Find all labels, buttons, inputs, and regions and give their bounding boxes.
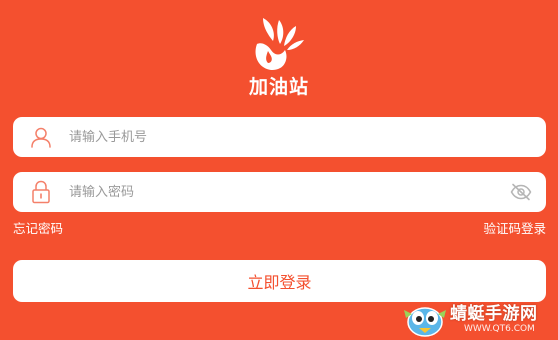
eye-off-icon[interactable] xyxy=(496,172,546,212)
dragonfly-mascot-icon xyxy=(404,307,446,337)
lock-icon xyxy=(13,172,69,212)
password-field[interactable] xyxy=(13,172,546,212)
watermark-url: WWW.QT6.COM xyxy=(464,324,535,334)
logo-text: 加油站 xyxy=(248,76,309,98)
phone-input[interactable] xyxy=(69,117,546,157)
sms-login-link[interactable]: 验证码登录 xyxy=(483,221,546,237)
user-icon xyxy=(13,117,69,157)
login-button[interactable]: 立即登录 xyxy=(13,260,546,302)
phone-field[interactable] xyxy=(13,117,546,157)
forgot-password-link[interactable]: 忘记密码 xyxy=(13,221,63,237)
watermark-name: 蜻蜓手游网 xyxy=(450,304,538,324)
fuel-drop-logo-icon xyxy=(255,18,304,71)
password-input[interactable] xyxy=(69,172,496,212)
watermark: 蜻蜓手游网 WWW.QT6.COM xyxy=(400,300,558,340)
app-logo: 加油站 xyxy=(0,14,558,98)
